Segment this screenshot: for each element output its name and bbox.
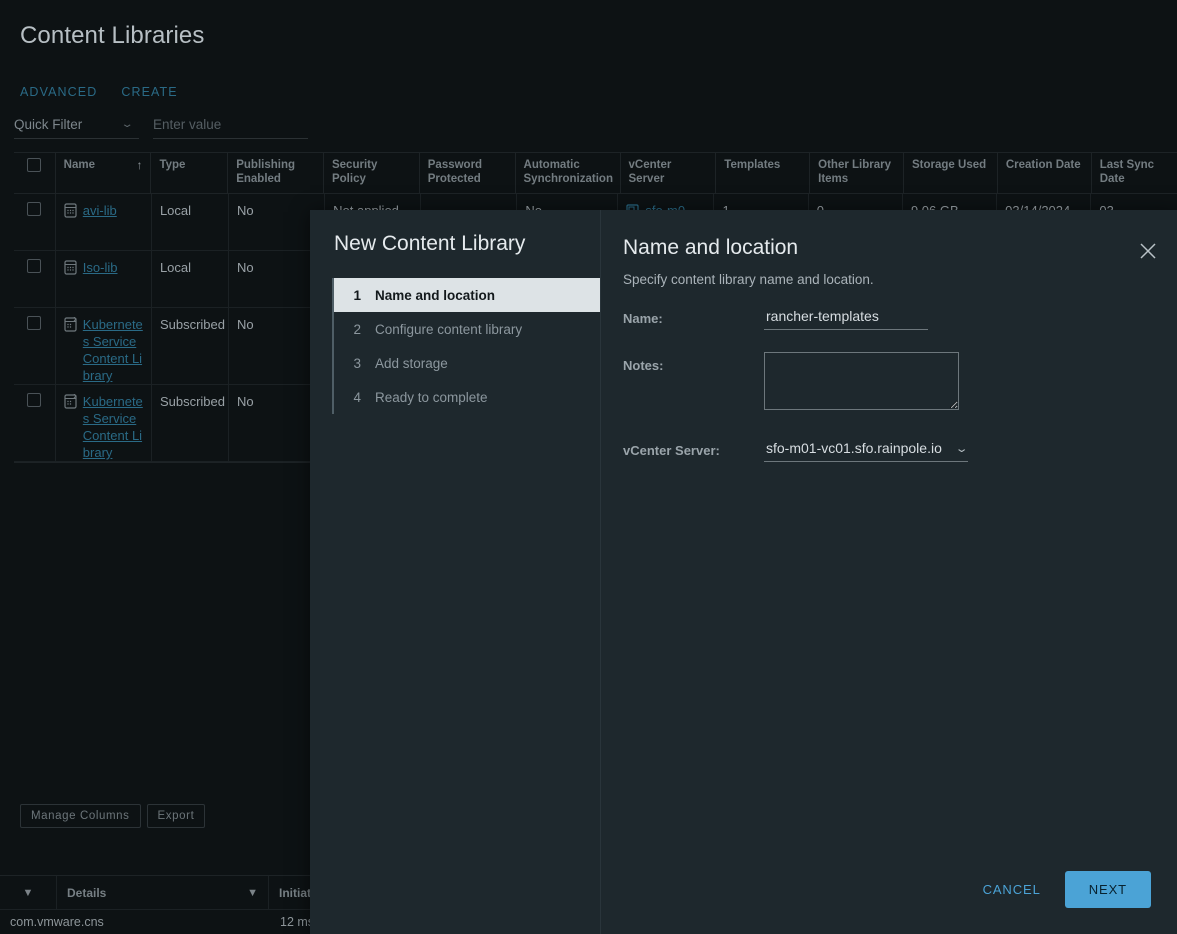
cell-type: Subscribed <box>150 308 228 384</box>
row-checkbox[interactable] <box>27 259 42 273</box>
wizard-step-configure-content-library[interactable]: 2 Configure content library <box>334 312 600 346</box>
vcenter-server-label: vCenter Server: <box>623 443 720 458</box>
step-label: Add storage <box>375 355 448 371</box>
filter-value-input[interactable]: Enter value <box>153 117 308 139</box>
step-label: Ready to complete <box>375 389 488 405</box>
subscribed-library-icon <box>64 394 77 409</box>
wizard-content-panel: Name and location Specify content librar… <box>600 210 1177 934</box>
quick-filter-select[interactable]: Quick Filter ⌄ <box>14 117 139 139</box>
step-number: 2 <box>353 321 361 337</box>
step-label: Name and location <box>375 287 496 303</box>
cell-type: Subscribed <box>150 385 228 461</box>
content-library-icon <box>64 203 77 218</box>
row-checkbox-cell <box>14 251 55 307</box>
table-footer-actions: Manage Columns Export <box>14 800 206 828</box>
filter-icon[interactable]: ▼ <box>23 887 34 899</box>
column-header-storage-used[interactable]: Storage Used <box>903 153 997 193</box>
create-link[interactable]: CREATE <box>121 85 177 99</box>
library-link[interactable]: Iso-lib <box>83 259 118 276</box>
step-number: 3 <box>353 355 361 371</box>
form-row-notes: Notes: <box>601 352 1177 415</box>
content-library-icon <box>64 260 77 275</box>
library-link[interactable]: Kubernetes Service Content Library <box>83 316 143 384</box>
wizard-footer: CANCEL NEXT <box>979 871 1151 908</box>
column-header-creation-date[interactable]: Creation Date <box>996 153 1091 193</box>
wizard-step-add-storage[interactable]: 3 Add storage <box>334 346 600 380</box>
close-icon[interactable] <box>1137 240 1159 262</box>
column-header-security-policy[interactable]: Security Policy <box>322 153 419 193</box>
next-button[interactable]: NEXT <box>1064 871 1151 908</box>
form-row-name: Name: <box>601 305 1177 330</box>
vcenter-server-value: sfo-m01-vc01.sfo.rainpole.io <box>766 440 942 456</box>
pane-subtitle: Specify content library name and locatio… <box>623 272 874 287</box>
step-label: Configure content library <box>375 321 523 337</box>
wizard-step-list: 1 Name and location 2 Configure content … <box>332 278 600 414</box>
cell-name: Iso-lib <box>54 251 151 307</box>
cell-name: Kubernetes Service Content Library <box>54 385 151 461</box>
subscribed-library-icon <box>64 317 77 332</box>
task-details: com.vmware.cns <box>10 915 104 929</box>
wizard-title: New Content Library <box>334 232 526 255</box>
row-checkbox[interactable] <box>27 393 42 407</box>
export-button[interactable]: Export <box>146 804 206 828</box>
form-row-vcenter-server: vCenter Server: sfo-m01-vc01.sfo.rainpol… <box>601 437 1177 462</box>
cell-type: Local <box>150 194 228 250</box>
notes-textarea[interactable] <box>764 352 959 410</box>
new-content-library-wizard: New Content Library 1 Name and location … <box>310 210 1177 934</box>
notes-label: Notes: <box>623 358 664 373</box>
select-all-header <box>14 153 55 193</box>
column-header-type[interactable]: Type <box>150 153 227 193</box>
table-header-row: Name ↑ Type Publishing Enabled Security … <box>14 153 1177 194</box>
row-checkbox[interactable] <box>27 316 42 330</box>
column-header-password-protected[interactable]: Password Protected <box>418 153 515 193</box>
row-checkbox-cell <box>14 385 55 461</box>
cell-name: Kubernetes Service Content Library <box>54 308 151 384</box>
step-number: 1 <box>353 287 361 303</box>
library-link[interactable]: Kubernetes Service Content Library <box>83 393 143 461</box>
filter-row: Quick Filter ⌄ Enter value <box>14 117 308 139</box>
manage-columns-button[interactable]: Manage Columns <box>20 804 141 828</box>
cancel-button[interactable]: CANCEL <box>979 872 1045 907</box>
column-header-publishing-enabled[interactable]: Publishing Enabled <box>227 153 323 193</box>
chevron-down-icon: ⌄ <box>120 119 134 130</box>
column-header-last-sync-date[interactable]: Last Sync Date <box>1090 153 1177 193</box>
column-header-vcenter-server[interactable]: vCenter Server <box>619 153 716 193</box>
pane-title: Name and location <box>623 236 799 259</box>
row-checkbox-cell <box>14 194 55 250</box>
tasks-column-label: Details <box>67 885 107 900</box>
column-header-name[interactable]: Name ↑ <box>54 153 151 193</box>
name-input[interactable] <box>764 305 928 330</box>
vcenter-server-select[interactable]: sfo-m01-vc01.sfo.rainpole.io ⌄ <box>764 437 968 462</box>
toolbar-actions: ADVANCED CREATE <box>20 85 178 99</box>
column-header-automatic-synchronization[interactable]: Automatic Synchronization <box>514 153 620 193</box>
wizard-step-ready-to-complete[interactable]: 4 Ready to complete <box>334 380 600 414</box>
tasks-filter-cell: ▼ <box>0 876 56 909</box>
library-link[interactable]: avi-lib <box>83 202 117 219</box>
tasks-column-details[interactable]: Details ▼ <box>56 876 268 909</box>
step-number: 4 <box>353 389 361 405</box>
wizard-step-name-and-location[interactable]: 1 Name and location <box>334 278 600 312</box>
cell-name: avi-lib <box>54 194 151 250</box>
column-header-templates[interactable]: Templates <box>715 153 809 193</box>
select-all-checkbox[interactable] <box>27 158 42 172</box>
page-title: Content Libraries <box>20 22 205 49</box>
name-and-location-form: Name: Notes: vCenter Server: sfo-m01-vc0… <box>601 305 1177 484</box>
name-label: Name: <box>623 311 663 326</box>
wizard-steps-panel: New Content Library 1 Name and location … <box>310 210 600 934</box>
row-checkbox[interactable] <box>27 202 42 216</box>
column-header-other-library-items[interactable]: Other Library Items <box>809 153 903 193</box>
advanced-link[interactable]: ADVANCED <box>20 85 97 99</box>
row-checkbox-cell <box>14 308 55 384</box>
filter-icon[interactable]: ▼ <box>247 887 258 899</box>
quick-filter-value: Quick Filter <box>14 117 83 132</box>
sort-ascending-icon: ↑ <box>136 158 143 172</box>
chevron-down-icon: ⌄ <box>954 442 969 455</box>
cell-type: Local <box>150 251 228 307</box>
column-label: Name <box>63 159 95 171</box>
